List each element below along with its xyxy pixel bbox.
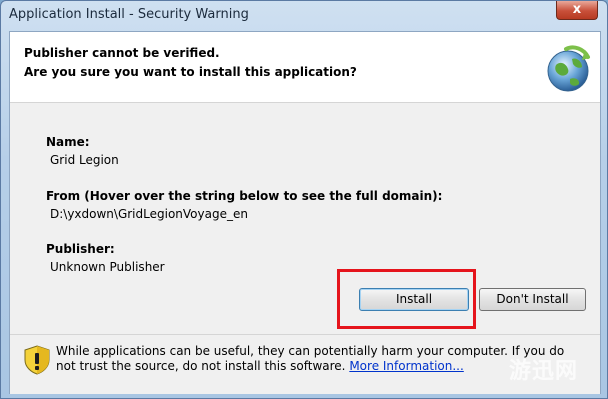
close-button[interactable]: x [556,1,598,20]
globe-install-icon [547,45,590,92]
close-icon: x [572,2,582,17]
name-value: Grid Legion [50,153,119,167]
warning-heading: Publisher cannot be verified. [24,46,220,60]
shield-warning-icon [24,345,50,375]
install-button[interactable]: Install [359,288,469,311]
name-label: Name: [46,135,90,149]
dont-install-button[interactable]: Don't Install [479,288,586,311]
warning-message: While applications can be useful, they c… [56,344,586,374]
title-bar[interactable]: Application Install - Security Warning x [1,1,607,31]
more-information-link[interactable]: More Information... [349,359,463,373]
publisher-value: Unknown Publisher [50,260,165,274]
warning-text: While applications can be useful, they c… [56,344,565,373]
publisher-label: Publisher: [46,242,115,256]
window-title: Application Install - Security Warning [9,7,249,22]
from-value[interactable]: D:\yxdown\GridLegionVoyage_en [50,207,248,221]
dialog-client: Publisher cannot be verified. Are you su… [9,31,601,394]
header-panel: Publisher cannot be verified. Are you su… [10,32,600,103]
watermark-logo: 游迅网 [509,359,579,384]
install-question: Are you sure you want to install this ap… [24,65,357,79]
from-label: From (Hover over the string below to see… [46,189,443,203]
dialog-window: Application Install - Security Warning x… [0,0,608,399]
